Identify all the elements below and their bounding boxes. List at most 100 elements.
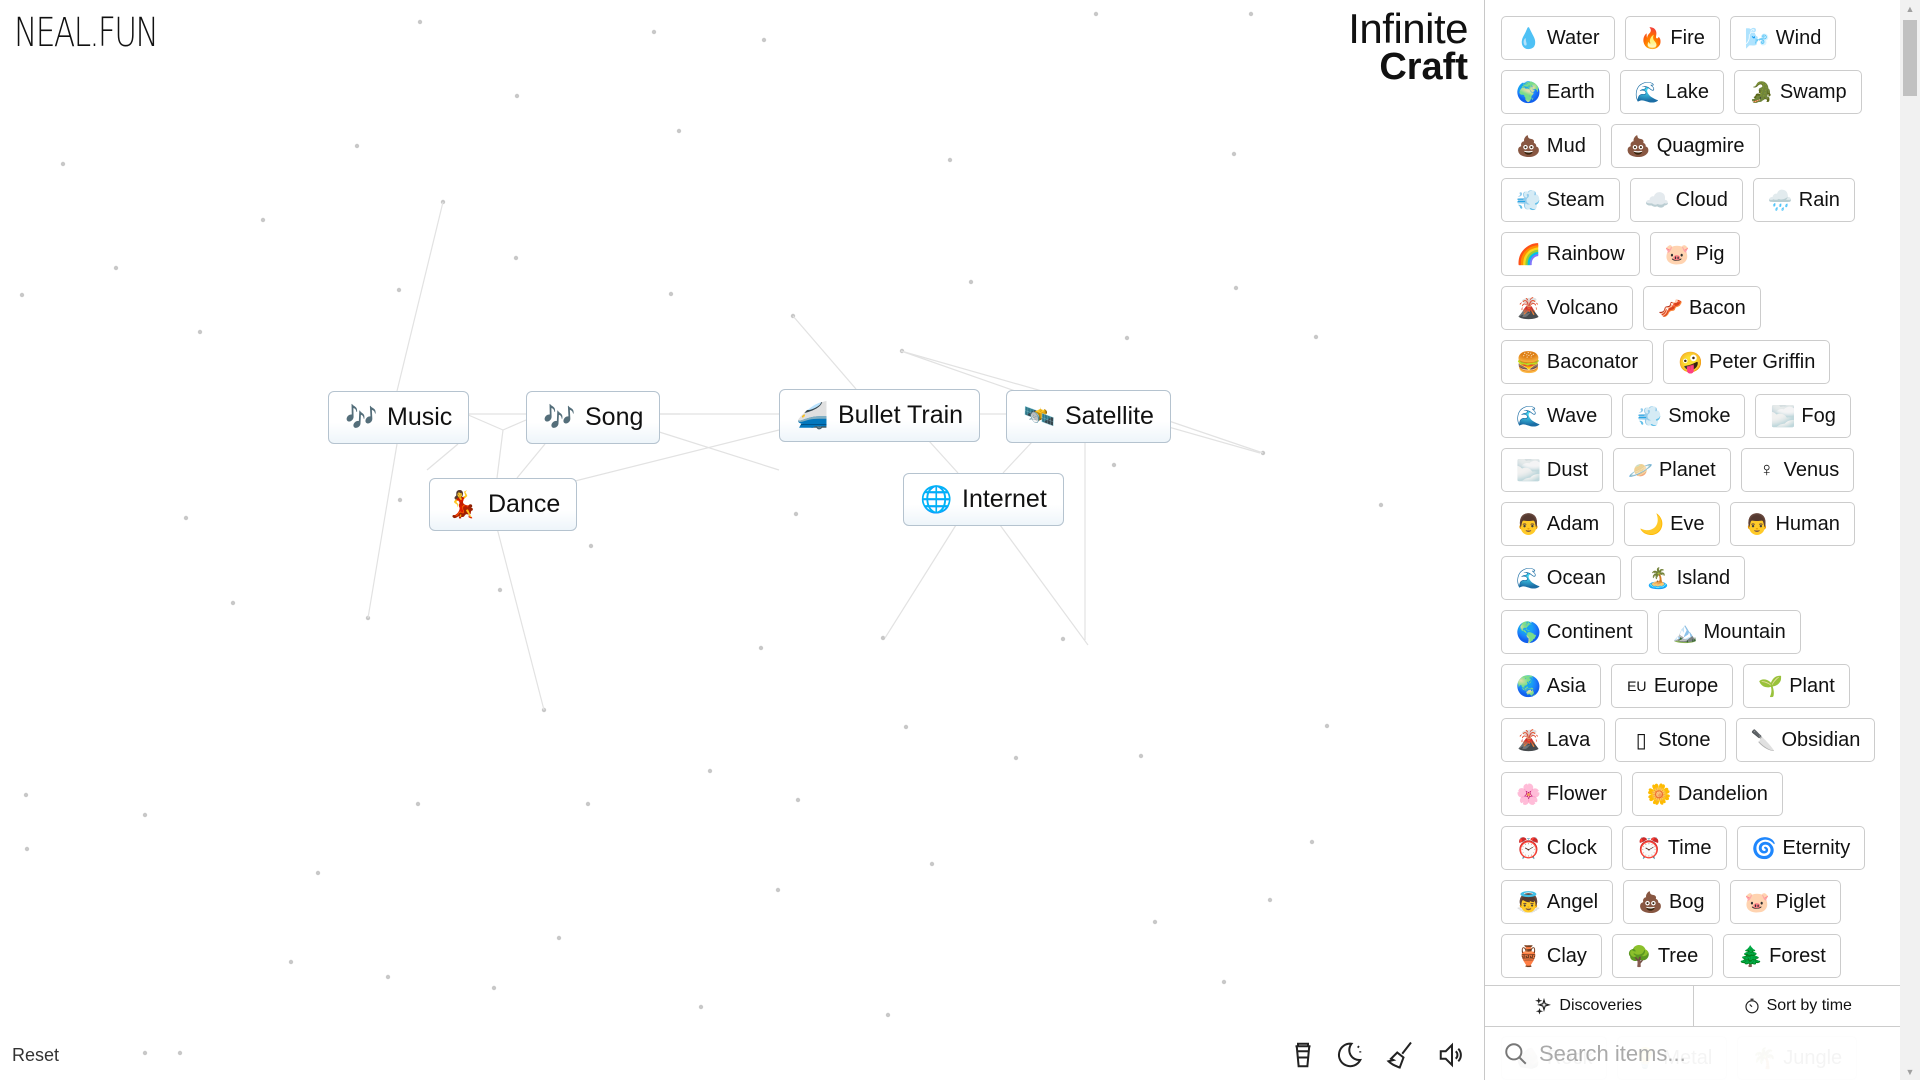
- scroll-down-arrow-icon[interactable]: ▼: [1900, 1063, 1920, 1080]
- sidebar-item-smoke[interactable]: 💨 Smoke: [1622, 394, 1746, 438]
- sidebar-item-steam[interactable]: 💨 Steam: [1501, 178, 1620, 222]
- sidebar-item-lake[interactable]: 🌊 Lake: [1619, 70, 1724, 114]
- sidebar-item-earth[interactable]: 🌍 Earth: [1501, 70, 1610, 114]
- sidebar-item-label: Eve: [1670, 512, 1705, 535]
- sidebar-item-swamp[interactable]: 🐊 Swamp: [1734, 70, 1862, 114]
- sidebar-item-mountain[interactable]: 🏔️ Mountain: [1657, 610, 1801, 654]
- sidebar-item-asia[interactable]: 🌏 Asia: [1501, 664, 1601, 708]
- sidebar-item-pig[interactable]: 🐷 Pig: [1649, 232, 1740, 276]
- sidebar-item-angel[interactable]: 👼 Angel: [1501, 880, 1614, 924]
- canvas-item-dance[interactable]: 💃 Dance: [429, 478, 578, 531]
- obsidian-emoji-icon: 🔪: [1750, 729, 1776, 752]
- bog-emoji-icon: 💩: [1638, 891, 1663, 914]
- sidebar-item-rainbow[interactable]: 🌈 Rainbow: [1501, 232, 1640, 276]
- sidebar-item-venus[interactable]: ♀ Venus: [1740, 448, 1855, 492]
- sidebar-item-label: Fog: [1801, 404, 1836, 427]
- sidebar-item-island[interactable]: 🏝️ Island: [1630, 556, 1746, 600]
- canvas-item-bullet-train[interactable]: 🚄 Bullet Train: [779, 389, 981, 442]
- sidebar-item-time[interactable]: ⏰ Time: [1621, 826, 1727, 870]
- sidebar-item-label: Mountain: [1703, 620, 1786, 643]
- sidebar-item-fog[interactable]: 🌫️ Fog: [1755, 394, 1851, 438]
- eternity-emoji-icon: 🌀: [1751, 837, 1777, 860]
- venus-emoji-icon: ♀: [1759, 458, 1775, 481]
- reset-button[interactable]: Reset: [12, 1045, 59, 1066]
- search-bar: [1485, 1028, 1901, 1080]
- sidebar-scrollbar[interactable]: ▲ ▼: [1900, 0, 1920, 1080]
- sidebar-item-eve[interactable]: 🌙 Eve: [1624, 502, 1720, 546]
- sidebar: 💧 Water 🔥 Fire 🌬️ Wind 🌍 Earth 🌊 Lake 🐊 Swamp 💩 Mud 💩 Q…: [1484, 0, 1902, 1080]
- mud-emoji-icon: 💩: [1516, 135, 1541, 158]
- sidebar-item-label: Peter Griffin: [1708, 350, 1816, 373]
- coffee-button[interactable]: [1285, 1037, 1321, 1073]
- sidebar-item-continent[interactable]: 🌎 Continent: [1501, 610, 1648, 654]
- background-line: [928, 440, 959, 474]
- background-dot: [385, 974, 391, 980]
- sidebar-item-tree[interactable]: 🌳 Tree: [1611, 934, 1714, 978]
- background-dot: [177, 1050, 183, 1056]
- music-notes-icon: 🎶: [345, 402, 378, 432]
- sidebar-item-europe[interactable]: EU Europe: [1610, 664, 1734, 708]
- sound-button[interactable]: [1434, 1037, 1470, 1073]
- sidebar-item-piglet[interactable]: 🐷 Piglet: [1729, 880, 1841, 924]
- background-dot: [775, 887, 781, 893]
- background-dot: [396, 287, 402, 293]
- quagmire-emoji-icon: 💩: [1625, 135, 1651, 158]
- dark-mode-button[interactable]: [1331, 1037, 1367, 1073]
- sidebar-item-human[interactable]: 👨 Human: [1729, 502, 1855, 546]
- wind-emoji-icon: 🌬️: [1744, 27, 1770, 50]
- sidebar-item-clay[interactable]: 🏺 Clay: [1501, 934, 1602, 978]
- background-dot: [1138, 753, 1144, 759]
- scrollbar-thumb[interactable]: [1903, 20, 1917, 96]
- sidebar-item-label: Mud: [1546, 134, 1586, 157]
- neal-fun-logo[interactable]: NEAL.FUN: [14, 10, 159, 56]
- sidebar-item-mud[interactable]: 💩 Mud: [1501, 124, 1601, 168]
- background-line: [465, 413, 504, 431]
- sidebar-item-plant[interactable]: 🌱 Plant: [1743, 664, 1850, 708]
- sidebar-item-water[interactable]: 💧 Water: [1501, 16, 1615, 60]
- sidebar-item-forest[interactable]: 🌲 Forest: [1723, 934, 1841, 978]
- sidebar-item-bacon[interactable]: 🥓 Bacon: [1643, 286, 1761, 330]
- crafting-canvas[interactable]: NEAL.FUN Infinite Craft 🎶 Music 🎶 Song 💃…: [0, 0, 1484, 1080]
- sidebar-item-dust[interactable]: 🌫️ Dust: [1501, 448, 1604, 492]
- background-line: [884, 524, 957, 639]
- title-line-1: Infinite: [1348, 5, 1468, 52]
- island-emoji-icon: 🏝️: [1645, 567, 1671, 590]
- scroll-up-arrow-icon[interactable]: ▲: [1900, 0, 1920, 17]
- sidebar-item-ocean[interactable]: 🌊 Ocean: [1501, 556, 1621, 600]
- sidebar-item-fire[interactable]: 🔥 Fire: [1624, 16, 1720, 60]
- canvas-item-internet[interactable]: 🌐 Internet: [903, 473, 1064, 526]
- sidebar-item-bog[interactable]: 💩 Bog: [1623, 880, 1720, 924]
- sidebar-item-wind[interactable]: 🌬️ Wind: [1729, 16, 1837, 60]
- sidebar-item-dandelion[interactable]: 🌼 Dandelion: [1631, 772, 1783, 816]
- sidebar-item-lava[interactable]: 🌋 Lava: [1501, 718, 1606, 762]
- sidebar-item-volcano[interactable]: 🌋 Volcano: [1501, 286, 1634, 330]
- sidebar-item-baconator[interactable]: 🍔 Baconator: [1501, 340, 1654, 384]
- background-dot: [230, 600, 236, 606]
- sidebar-item-planet[interactable]: 🪐 Planet: [1613, 448, 1731, 492]
- water-emoji-icon: 💧: [1516, 27, 1541, 50]
- sidebar-item-eternity[interactable]: 🌀 Eternity: [1736, 826, 1866, 870]
- sidebar-item-label: Smoke: [1668, 404, 1731, 427]
- sidebar-item-peter-griffin[interactable]: 🤪 Peter Griffin: [1663, 340, 1831, 384]
- clear-canvas-button[interactable]: [1383, 1037, 1419, 1073]
- canvas-item-song[interactable]: 🎶 Song: [526, 391, 661, 444]
- sidebar-item-wave[interactable]: 🌊 Wave: [1501, 394, 1613, 438]
- sidebar-item-rain[interactable]: 🌧️ Rain: [1752, 178, 1855, 222]
- canvas-item-music[interactable]: 🎶 Music: [328, 391, 470, 444]
- sidebar-item-quagmire[interactable]: 💩 Quagmire: [1610, 124, 1760, 168]
- discoveries-button[interactable]: Discoveries: [1485, 986, 1693, 1026]
- sidebar-item-flower[interactable]: 🌸 Flower: [1501, 772, 1622, 816]
- sidebar-item-clock[interactable]: ⏰ Clock: [1501, 826, 1612, 870]
- sidebar-item-label: Angel: [1546, 890, 1599, 913]
- sidebar-item-adam[interactable]: 👨 Adam: [1501, 502, 1615, 546]
- sidebar-item-label: Water: [1546, 26, 1600, 49]
- background-dot: [1378, 502, 1384, 508]
- sidebar-item-cloud[interactable]: ☁️ Cloud: [1629, 178, 1743, 222]
- sidebar-item-obsidian[interactable]: 🔪 Obsidian: [1735, 718, 1876, 762]
- canvas-item-satellite[interactable]: 🛰️ Satellite: [1006, 390, 1171, 443]
- sidebar-item-stone[interactable]: ▯ Stone: [1615, 718, 1726, 762]
- search-input[interactable]: [1539, 1041, 1839, 1067]
- bacon-emoji-icon: 🥓: [1658, 297, 1683, 320]
- sort-by-time-button[interactable]: Sort by time: [1692, 986, 1902, 1026]
- tree-emoji-icon: 🌳: [1626, 945, 1652, 968]
